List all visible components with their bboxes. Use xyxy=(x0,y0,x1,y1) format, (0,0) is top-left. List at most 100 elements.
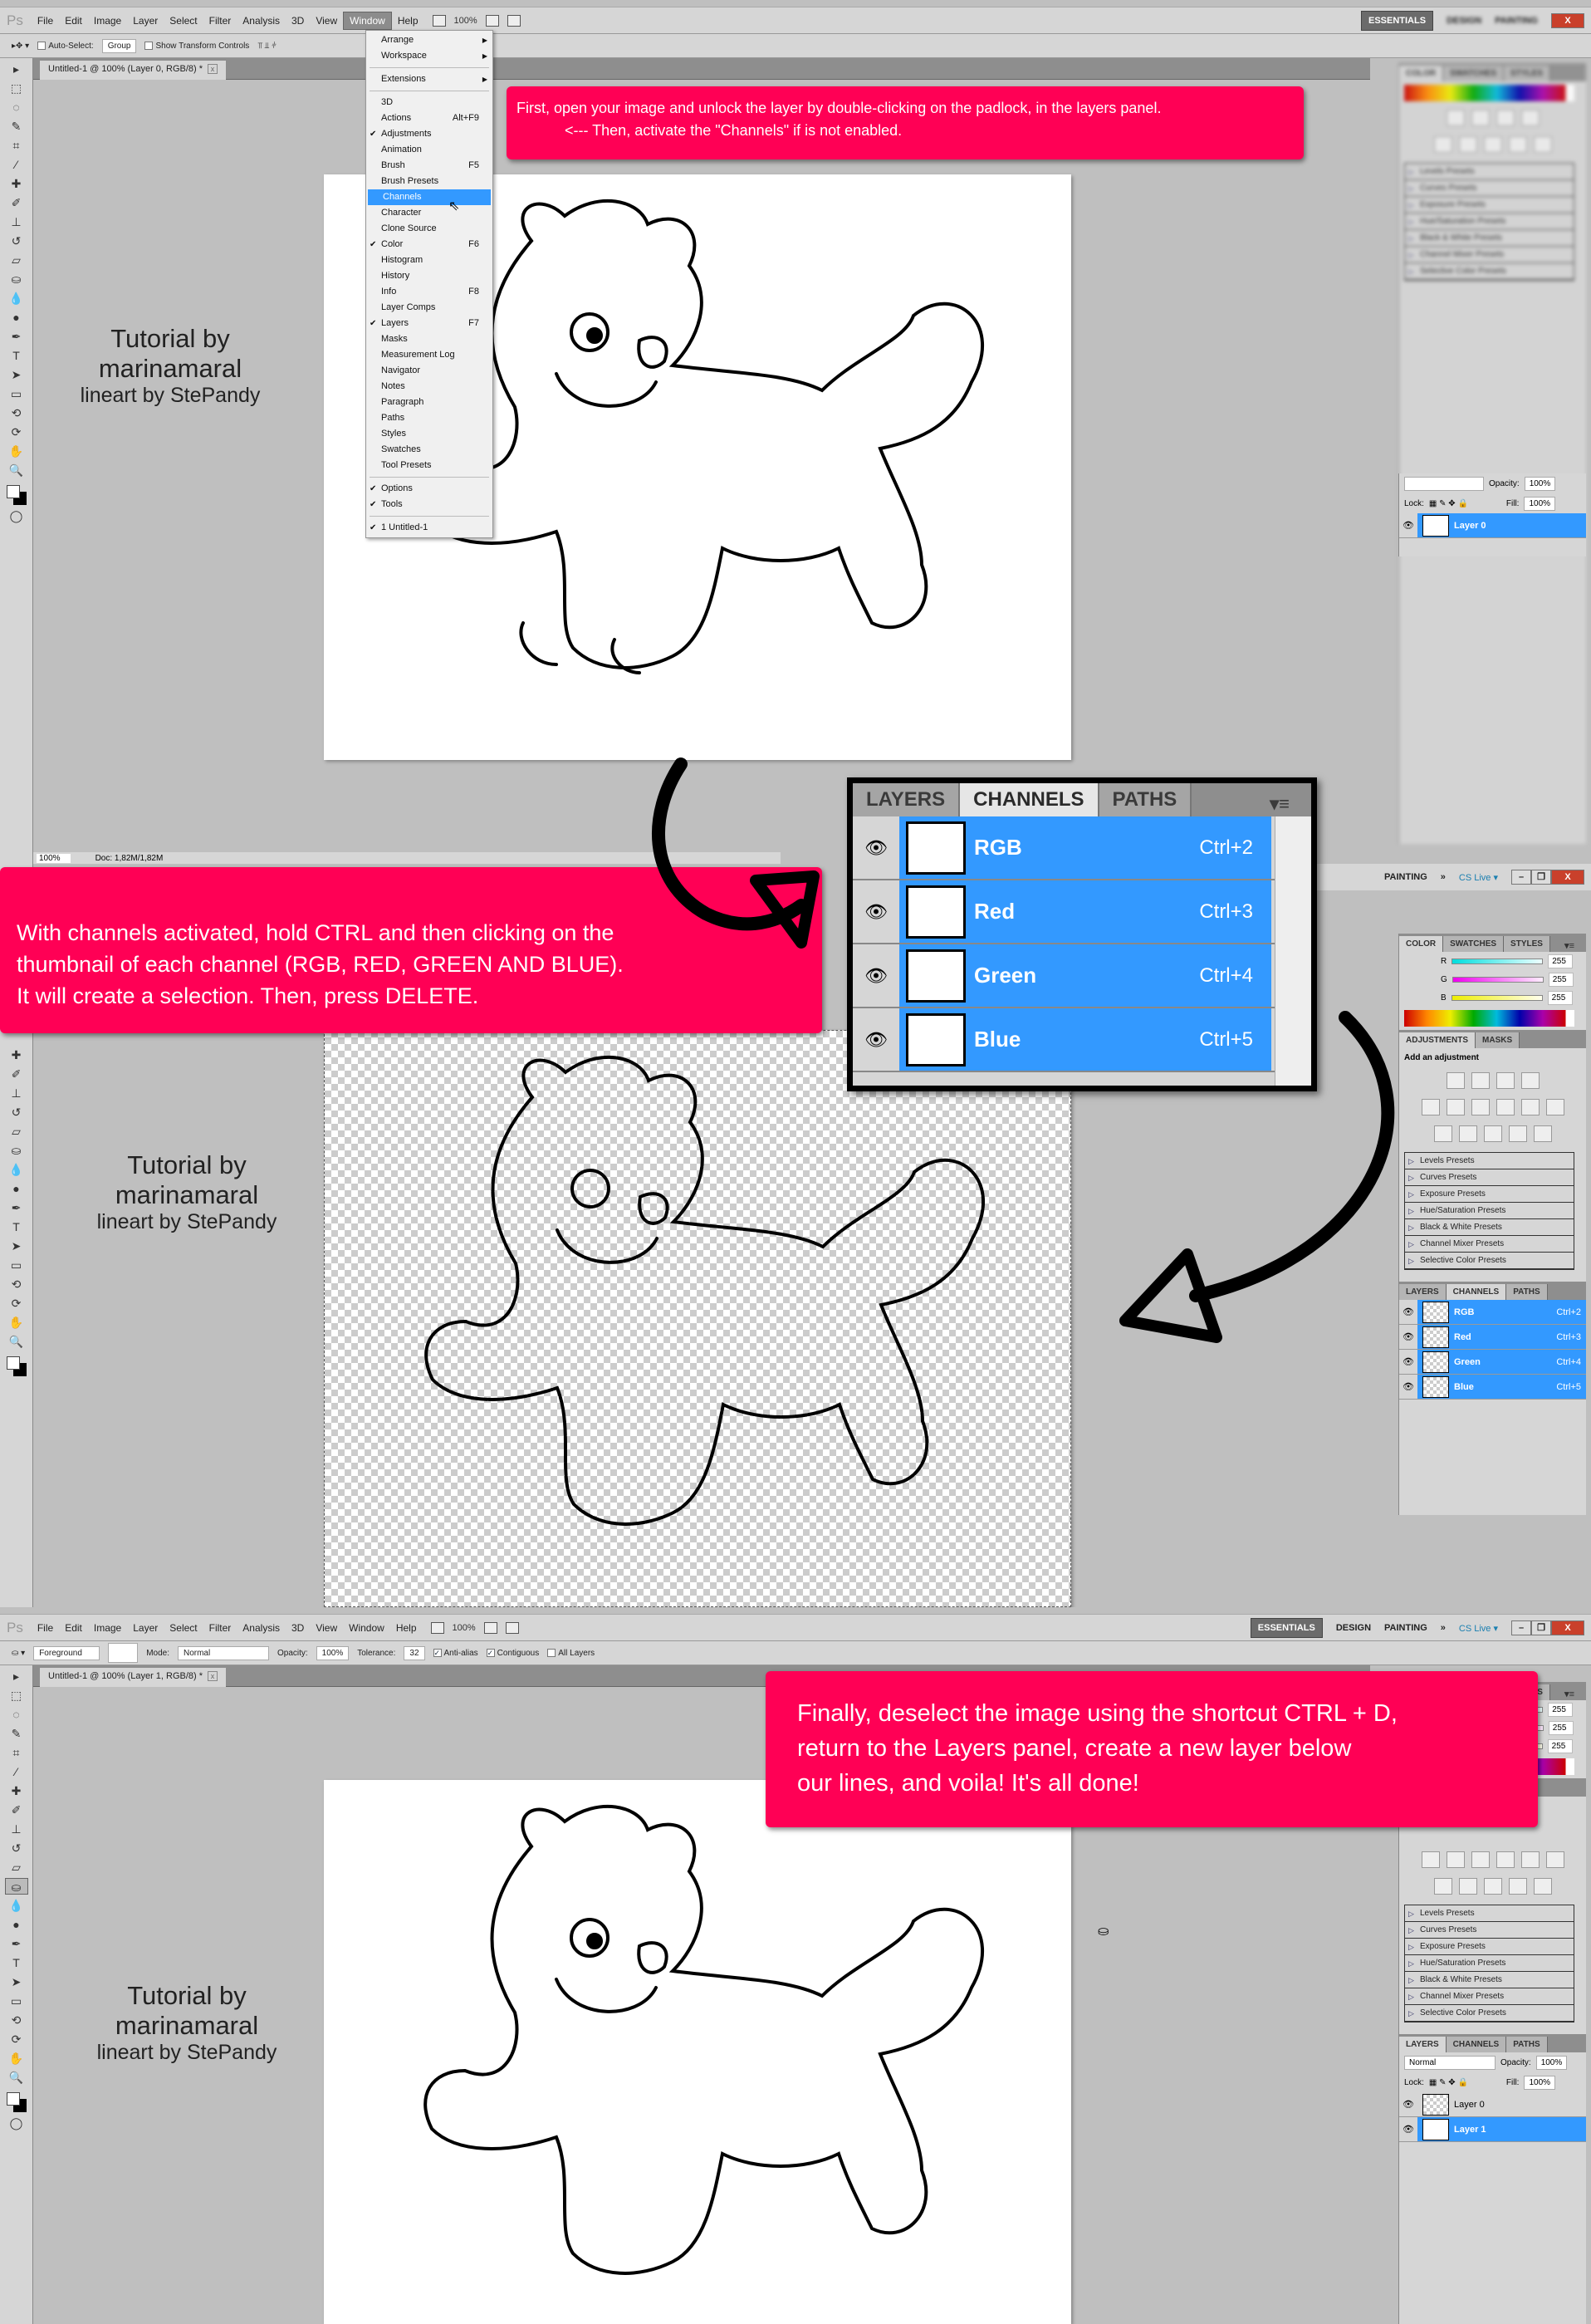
type-tool[interactable]: T xyxy=(5,1954,28,1971)
r-slider[interactable] xyxy=(1451,958,1544,964)
zoom-level-dropdown[interactable]: 100% xyxy=(454,16,477,26)
menu-file[interactable]: File xyxy=(32,1620,59,1636)
restore-button[interactable]: ❐ xyxy=(1531,1620,1551,1635)
visibility-eye-icon[interactable]: 👁 xyxy=(1399,520,1417,531)
b-value[interactable]: 255 xyxy=(1547,990,1573,1005)
workspace-essentials[interactable]: ESSENTIALS xyxy=(1250,1618,1323,1638)
path-select-tool[interactable]: ➤ xyxy=(5,1238,28,1254)
cs-live-button[interactable]: CS Live ▾ xyxy=(1459,1623,1498,1634)
3d-rotate-tool[interactable]: ⟲ xyxy=(5,1276,28,1292)
move-tool-icon[interactable]: ▸✥ ▾ xyxy=(12,42,29,51)
visibility-eye-icon[interactable]: 👁 xyxy=(853,816,899,879)
healing-tool[interactable]: ✚ xyxy=(5,175,28,192)
dodge-tool[interactable]: ● xyxy=(5,1916,28,1933)
menu-edit[interactable]: Edit xyxy=(59,1620,88,1636)
contiguous-checkbox[interactable] xyxy=(486,1648,495,1657)
channel-thumbnail[interactable] xyxy=(906,821,966,875)
auto-select-dropdown[interactable]: Group xyxy=(101,38,137,53)
menu-filter[interactable]: Filter xyxy=(203,1620,237,1636)
paint-bucket-icon[interactable]: ⛀ ▾ xyxy=(12,1649,25,1658)
close-window-button[interactable]: X xyxy=(1551,13,1584,28)
visibility-eye-icon[interactable]: 👁 xyxy=(1399,2099,1417,2110)
tab-paths[interactable]: PATHS xyxy=(1506,1284,1548,1300)
window-menu-item-navigator[interactable]: Navigator xyxy=(366,363,492,379)
blur-tool[interactable]: 💧 xyxy=(5,290,28,306)
show-transform-checkbox[interactable] xyxy=(144,41,154,50)
window-menu-item-paragraph[interactable]: Paragraph xyxy=(366,395,492,410)
preset-item[interactable]: Curves Presets xyxy=(1405,1169,1574,1186)
document-tab[interactable]: Untitled-1 @ 100% (Layer 1, RGB/8) * x xyxy=(40,1668,227,1687)
adjustment-icons[interactable] xyxy=(1399,1873,1586,1900)
zoom-tool[interactable]: 🔍 xyxy=(5,1333,28,1350)
close-tab-icon[interactable]: x xyxy=(208,64,218,74)
menu-window[interactable]: Window xyxy=(343,1620,390,1636)
hand-tool[interactable]: ✋ xyxy=(5,2050,28,2067)
3d-rotate-tool[interactable]: ⟲ xyxy=(5,404,28,421)
blend-mode-dropdown[interactable] xyxy=(1404,476,1484,491)
pattern-picker[interactable] xyxy=(108,1643,139,1663)
panel-menu-icon[interactable]: ▾≡ xyxy=(1558,937,1581,954)
tab-swatches[interactable]: SWATCHES xyxy=(1443,936,1505,952)
window-menu-item-swatches[interactable]: Swatches xyxy=(366,442,492,458)
tab-adjustments[interactable]: ADJUSTMENTS xyxy=(1399,1032,1476,1048)
tab-layers[interactable]: LAYERS xyxy=(1399,2037,1447,2052)
zoom-tool[interactable]: 🔍 xyxy=(5,2069,28,2086)
eraser-tool[interactable]: ▱ xyxy=(5,1123,28,1140)
zoom-tool[interactable]: 🔍 xyxy=(5,462,28,478)
eraser-tool[interactable]: ▱ xyxy=(5,252,28,268)
screen-layout-icon[interactable] xyxy=(507,14,521,27)
history-brush-tool[interactable]: ↺ xyxy=(5,1840,28,1856)
tab-channels[interactable]: CHANNELS xyxy=(1446,2037,1507,2052)
window-menu-item-notes[interactable]: Notes xyxy=(366,379,492,395)
preset-item[interactable]: Black & White Presets xyxy=(1405,1219,1574,1236)
tab-masks[interactable]: MASKS xyxy=(1476,1032,1520,1048)
preset-item[interactable]: Selective Color Presets xyxy=(1405,1253,1574,1269)
window-menu-item-clone-source[interactable]: Clone Source xyxy=(366,221,492,237)
channel-row[interactable]: 👁 Blue Ctrl+5 xyxy=(1399,1375,1586,1400)
channel-thumbnail[interactable] xyxy=(906,885,966,939)
channel-row[interactable]: 👁 RGB Ctrl+2 xyxy=(853,816,1311,880)
type-tool[interactable]: T xyxy=(5,347,28,364)
bucket-tool[interactable]: ⛀ xyxy=(4,1878,28,1895)
arrange-docs-icon[interactable] xyxy=(485,14,499,27)
menu-3d[interactable]: 3D xyxy=(286,1620,310,1636)
layer-thumbnail[interactable] xyxy=(1422,514,1449,537)
layer-row[interactable]: 👁 Layer 0 xyxy=(1399,513,1586,538)
marquee-tool[interactable]: ⬚ xyxy=(5,1687,28,1704)
window-menu-item-1-untitled-1[interactable]: ✔ 1 Untitled-1 xyxy=(366,520,492,536)
opacity-field[interactable]: 100% xyxy=(316,1645,350,1660)
move-tool[interactable]: ▸ xyxy=(5,1668,28,1684)
quick-select-tool[interactable]: ✎ xyxy=(5,1725,28,1742)
window-menu-item-layer-comps[interactable]: Layer Comps xyxy=(366,300,492,316)
b-slider[interactable] xyxy=(1451,994,1543,1001)
workspace-painting[interactable]: PAINTING xyxy=(1495,16,1538,26)
lasso-tool[interactable]: ◌ xyxy=(5,99,28,115)
crop-tool[interactable]: ⌗ xyxy=(5,137,28,154)
workspace-more[interactable]: » xyxy=(1441,1623,1446,1633)
all-layers-checkbox[interactable] xyxy=(547,1648,556,1657)
visibility-eye-icon[interactable]: 👁 xyxy=(1399,1331,1417,1342)
bucket-tool[interactable]: ⛀ xyxy=(5,1142,28,1159)
window-menu-item-animation[interactable]: Animation xyxy=(366,142,492,158)
menu-layer[interactable]: Layer xyxy=(127,12,164,29)
layer-row[interactable]: 👁 Layer 1 xyxy=(1399,2117,1586,2142)
brush-tool[interactable]: ✐ xyxy=(5,194,28,211)
pen-tool[interactable]: ✒ xyxy=(5,1935,28,1952)
preset-item[interactable]: Channel Mixer Presets xyxy=(1405,1236,1574,1253)
preset-item[interactable]: Levels Presets xyxy=(1405,1905,1574,1922)
canvas-final-lineart[interactable] xyxy=(324,1780,1071,2324)
window-menu-item-styles[interactable]: Styles xyxy=(366,426,492,442)
visibility-eye-icon[interactable]: 👁 xyxy=(1399,2124,1417,2135)
window-menu-item-measurement-log[interactable]: Measurement Log xyxy=(366,347,492,363)
r-value[interactable]: 255 xyxy=(1548,1702,1574,1717)
screen-mode-icon[interactable] xyxy=(430,1621,444,1634)
visibility-eye-icon[interactable]: 👁 xyxy=(1399,1307,1417,1317)
color-spectrum[interactable] xyxy=(1404,1010,1574,1027)
pen-tool[interactable]: ✒ xyxy=(5,328,28,345)
tolerance-field[interactable]: 32 xyxy=(404,1645,425,1660)
preset-item[interactable]: Exposure Presets xyxy=(1405,1939,1574,1955)
tab-color[interactable]: COLOR xyxy=(1399,936,1444,952)
eyedropper-tool[interactable]: ⁄ xyxy=(5,156,28,173)
restore-button[interactable]: ❐ xyxy=(1531,870,1551,885)
3d-orbit-tool[interactable]: ⟳ xyxy=(5,2031,28,2047)
